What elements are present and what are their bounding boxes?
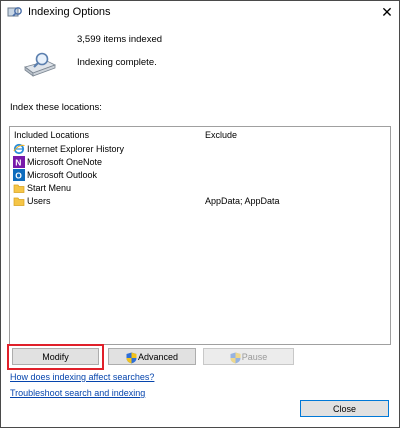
list-item[interactable]: O Microsoft Outlook xyxy=(13,169,387,182)
folder-icon xyxy=(13,184,25,193)
indexing-status-text: Indexing complete. xyxy=(77,57,157,68)
close-icon: ✕ xyxy=(381,4,393,20)
svg-text:N: N xyxy=(15,158,21,168)
window-title: Indexing Options xyxy=(28,6,111,18)
uac-shield-icon xyxy=(230,352,241,364)
pause-button[interactable]: Pause xyxy=(203,348,294,365)
location-name: Users xyxy=(27,196,51,206)
close-button[interactable]: Close xyxy=(300,400,389,417)
locations-list[interactable]: Included Locations Exclude Internet Expl… xyxy=(9,126,391,345)
troubleshoot-search-link[interactable]: Troubleshoot search and indexing xyxy=(10,388,145,398)
outlook-icon: O xyxy=(13,169,25,181)
list-item[interactable]: N Microsoft OneNote xyxy=(13,156,387,169)
close-window-button[interactable]: ✕ xyxy=(379,4,395,20)
list-item[interactable]: Start Menu xyxy=(13,182,387,195)
indexing-status-icon xyxy=(24,52,57,77)
exclude-header[interactable]: Exclude xyxy=(205,130,237,140)
indexing-options-icon xyxy=(7,7,22,17)
location-name: Start Menu xyxy=(27,183,72,193)
indexing-options-window: Indexing Options ✕ 3,599 items indexed I… xyxy=(0,0,400,428)
location-name: Microsoft Outlook xyxy=(27,170,98,180)
svg-text:O: O xyxy=(15,171,22,181)
location-name: Internet Explorer History xyxy=(27,144,125,154)
list-item[interactable]: Users AppData; AppData xyxy=(13,195,387,208)
folder-icon xyxy=(13,197,25,206)
pause-button-label: Pause xyxy=(241,352,268,362)
uac-shield-icon xyxy=(126,352,137,364)
onenote-icon: N xyxy=(13,156,25,168)
index-locations-label: Index these locations: xyxy=(10,102,102,113)
items-indexed-count: 3,599 items indexed xyxy=(77,34,163,45)
list-item[interactable]: Internet Explorer History xyxy=(13,143,387,156)
advanced-button[interactable]: Advanced xyxy=(108,348,196,365)
included-locations-header[interactable]: Included Locations xyxy=(14,130,89,140)
location-exclude: AppData; AppData xyxy=(205,196,280,206)
modify-button[interactable]: Modify xyxy=(12,348,99,365)
title-bar: Indexing Options ✕ xyxy=(1,1,399,23)
internet-explorer-icon xyxy=(13,143,25,155)
advanced-button-label: Advanced xyxy=(137,352,179,362)
location-name: Microsoft OneNote xyxy=(27,157,103,167)
how-indexing-affects-searches-link[interactable]: How does indexing affect searches? xyxy=(10,372,154,382)
